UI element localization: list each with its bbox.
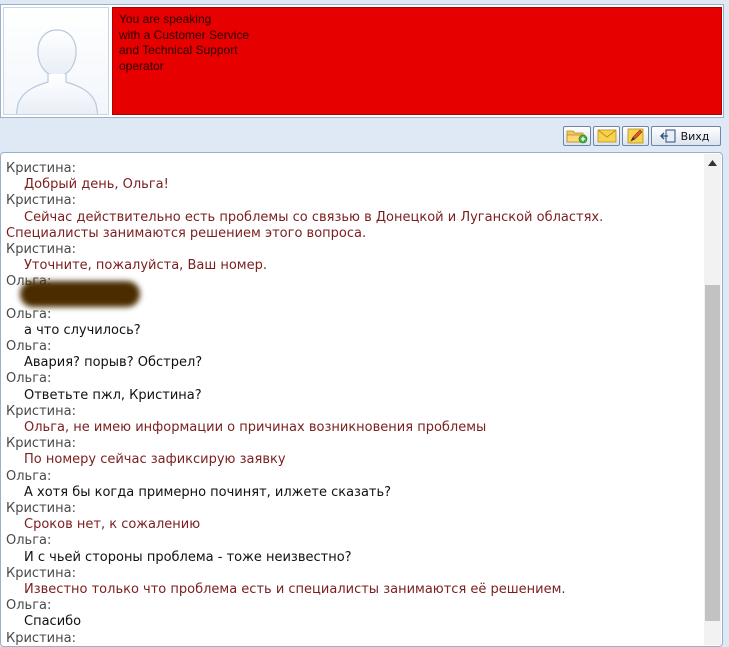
message-text: По номеру сейчас зафиксирую заявку — [24, 452, 286, 468]
pen-icon — [627, 128, 643, 144]
message-author: Кристина: — [6, 436, 76, 452]
message-text: Ольга, не имею информации о причинах воз… — [24, 420, 487, 436]
message-author: Кристина: — [6, 242, 76, 258]
message-text: Известно только что проблема есть и спец… — [24, 582, 566, 598]
chat-message: Ольга: И с чьей стороны проблема - тоже н… — [6, 533, 700, 565]
edit-button[interactable] — [622, 126, 649, 146]
message-text: Сроков нет, к сожалению — [24, 517, 201, 533]
message-author: Ольга: — [6, 468, 52, 484]
message-text: Авария? порыв? Обстрел? — [24, 355, 203, 371]
operator-info-line: You are speaking — [119, 12, 212, 26]
operator-avatar — [3, 7, 109, 115]
message-author: Кристина: — [6, 501, 76, 517]
message-author: Кристина: — [6, 193, 76, 209]
chat-log[interactable]: Кристина: Добрый день, Ольга! Кристина: Сей… — [0, 152, 723, 647]
message-text: Сейчас действительно есть проблемы со св… — [24, 209, 604, 225]
operator-info-line: operator — [119, 58, 164, 73]
message-text: а что случилось? — [24, 322, 141, 338]
chat-message: Кристина: По номеру сейчас зафиксирую зая… — [6, 436, 700, 468]
chat-message: Ольга: А хотя бы когда примерно починят, … — [6, 469, 700, 501]
chat-toolbar: Вихд — [563, 125, 721, 147]
chat-scrollbar[interactable] — [704, 154, 721, 645]
message-text: Ответьте пжл, Кристина? — [24, 387, 202, 403]
operator-info-line: with a Customer Service — [119, 27, 250, 42]
chat-message: Ольга: а что случилось? — [6, 307, 700, 339]
arrow-up-icon — [708, 159, 717, 166]
exit-button[interactable]: Вихд — [651, 126, 721, 146]
chat-message: Кристина: Сейчас действительно есть пробл… — [6, 193, 700, 242]
redacted-phone-number — [20, 280, 140, 307]
message-text: Спасибо — [24, 614, 82, 630]
send-email-button[interactable] — [593, 126, 620, 146]
chat-message: Ольга: — [6, 274, 700, 307]
chat-message: Кристина: Известно только что проблема ес… — [6, 566, 700, 598]
envelope-icon — [597, 129, 616, 143]
message-author: Ольга: — [6, 533, 52, 549]
message-author: Кристина: — [6, 630, 76, 646]
chat-message: Кристина: Сроков нет, к сожалению — [6, 501, 700, 533]
message-author: Кристина: — [6, 161, 76, 176]
exit-button-label: Вихд — [680, 129, 710, 143]
chat-message: Кристина: — [6, 630, 700, 646]
scroll-thumb[interactable] — [705, 285, 720, 621]
chat-message: Ольга: Ответьте пжл, Кристина? — [6, 371, 700, 403]
message-text: И с чьей стороны проблема - тоже неизвес… — [24, 549, 352, 565]
message-text: Добрый день, Ольга! — [24, 177, 169, 193]
operator-banner: You are speaking with a Customer Service a… — [0, 4, 724, 118]
message-author: Ольга: — [6, 371, 52, 387]
chat-message: Кристина: Ольга, не имею информации о при… — [6, 404, 700, 436]
attach-file-button[interactable] — [563, 126, 591, 146]
message-text: Уточните, пожалуйста, Ваш номер. — [24, 258, 268, 274]
message-list: Кристина: Добрый день, Ольга! Кристина: Сей… — [6, 161, 700, 646]
operator-info-text: You are speaking with a Customer Service a… — [113, 8, 721, 74]
exit-door-icon — [659, 129, 676, 143]
chat-message: Кристина: Добрый день, Ольга! — [6, 161, 700, 193]
user-silhouette-icon — [15, 29, 99, 114]
chat-message: Ольга: Авария? порыв? Обстрел? — [6, 339, 700, 371]
message-author: Ольга: — [6, 598, 52, 614]
operator-info-line: and Technical Support — [119, 43, 238, 57]
folder-add-icon — [566, 130, 588, 144]
message-author: Кристина: — [6, 403, 76, 419]
message-text: Специалисты занимаются решением этого во… — [6, 225, 367, 241]
message-author: Кристина: — [6, 565, 76, 581]
operator-info-panel: You are speaking with a Customer Service a… — [112, 7, 722, 115]
chat-message: Ольга: Спасибо — [6, 598, 700, 630]
scroll-up-arrow[interactable] — [704, 154, 721, 171]
message-author: Ольга: — [6, 339, 52, 355]
chat-message: Кристина: Уточните, пожалуйста, Ваш номер… — [6, 242, 700, 274]
message-text: А хотя бы когда примерно починят, илжете… — [24, 484, 392, 500]
message-author: Ольга: — [6, 306, 52, 322]
